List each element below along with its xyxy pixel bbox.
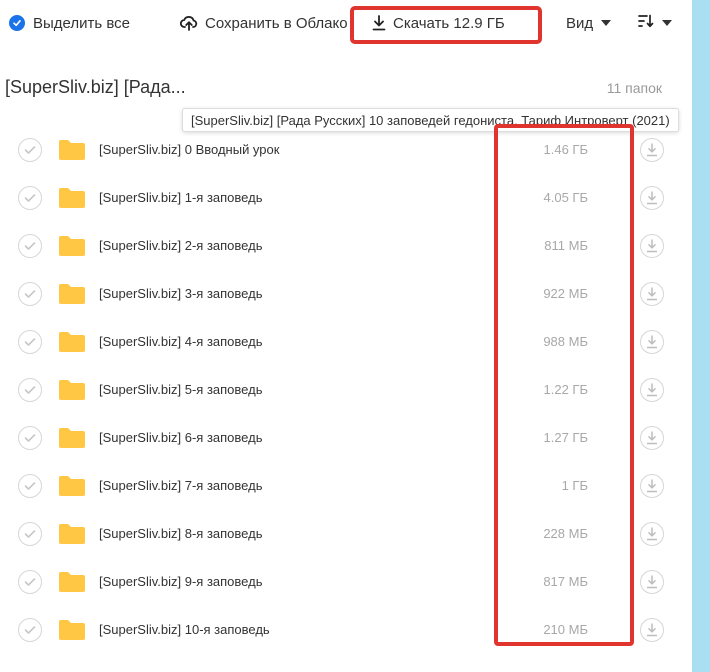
select-all-label: Выделить все <box>33 14 131 32</box>
sort-dropdown[interactable] <box>638 12 672 34</box>
folder-icon <box>58 139 86 161</box>
download-icon[interactable] <box>640 378 664 402</box>
select-all-button[interactable]: Выделить все <box>9 12 130 34</box>
sizes-highlight-box <box>494 124 634 646</box>
chevron-down-icon <box>601 20 612 26</box>
download-icon[interactable] <box>640 234 664 258</box>
download-icon[interactable] <box>640 138 664 162</box>
folder-name[interactable]: [SuperSliv.biz] 0 Вводный урок <box>99 142 279 157</box>
select-checkbox[interactable] <box>18 618 42 642</box>
download-icon[interactable] <box>640 330 664 354</box>
select-checkbox[interactable] <box>18 330 42 354</box>
select-checkbox[interactable] <box>18 378 42 402</box>
right-side-strip <box>692 0 710 672</box>
download-icon[interactable] <box>640 186 664 210</box>
folder-name[interactable]: [SuperSliv.biz] 1-я заповедь <box>99 190 262 205</box>
select-checkbox[interactable] <box>18 474 42 498</box>
download-icon[interactable] <box>640 570 664 594</box>
download-icon[interactable] <box>640 282 664 306</box>
folder-icon <box>58 619 86 641</box>
save-to-cloud-label: Сохранить в Облако <box>205 14 348 32</box>
folder-name[interactable]: [SuperSliv.biz] 10-я заповедь <box>99 622 270 637</box>
folder-name[interactable]: [SuperSliv.biz] 3-я заповедь <box>99 286 262 301</box>
folder-icon <box>58 427 86 449</box>
select-checkbox[interactable] <box>18 426 42 450</box>
folder-name[interactable]: [SuperSliv.biz] 8-я заповедь <box>99 526 262 541</box>
folder-icon <box>58 235 86 257</box>
save-to-cloud-button[interactable]: Сохранить в Облако <box>180 12 348 34</box>
folder-icon <box>58 331 86 353</box>
select-checkbox[interactable] <box>18 522 42 546</box>
check-icon <box>9 15 25 31</box>
download-highlight-box <box>350 6 542 44</box>
select-checkbox[interactable] <box>18 282 42 306</box>
sort-icon <box>638 14 654 32</box>
folder-icon <box>58 187 86 209</box>
folder-icon <box>58 475 86 497</box>
folder-name[interactable]: [SuperSliv.biz] 2-я заповедь <box>99 238 262 253</box>
download-icon[interactable] <box>640 522 664 546</box>
folder-icon <box>58 523 86 545</box>
select-checkbox[interactable] <box>18 186 42 210</box>
folder-name[interactable]: [SuperSliv.biz] 6-я заповедь <box>99 430 262 445</box>
download-icon[interactable] <box>640 426 664 450</box>
toolbar: Выделить все Сохранить в Облако Скачать … <box>0 0 692 46</box>
select-checkbox[interactable] <box>18 570 42 594</box>
folder-name[interactable]: [SuperSliv.biz] 9-я заповедь <box>99 574 262 589</box>
folder-name[interactable]: [SuperSliv.biz] 7-я заповедь <box>99 478 262 493</box>
view-dropdown[interactable]: Вид <box>566 12 612 34</box>
folder-name[interactable]: [SuperSliv.biz] 4-я заповедь <box>99 334 262 349</box>
view-label: Вид <box>566 14 594 32</box>
folder-title: [SuperSliv.biz] [Рада... <box>5 77 186 97</box>
folder-icon <box>58 571 86 593</box>
select-checkbox[interactable] <box>18 234 42 258</box>
folder-icon <box>58 283 86 305</box>
folder-icon <box>58 379 86 401</box>
folder-count: 11 папок <box>606 80 662 96</box>
select-checkbox[interactable] <box>18 138 42 162</box>
chevron-down-icon <box>662 20 672 26</box>
download-icon[interactable] <box>640 474 664 498</box>
download-icon[interactable] <box>640 618 664 642</box>
cloud-upload-icon <box>180 15 198 31</box>
folder-name[interactable]: [SuperSliv.biz] 5-я заповедь <box>99 382 262 397</box>
